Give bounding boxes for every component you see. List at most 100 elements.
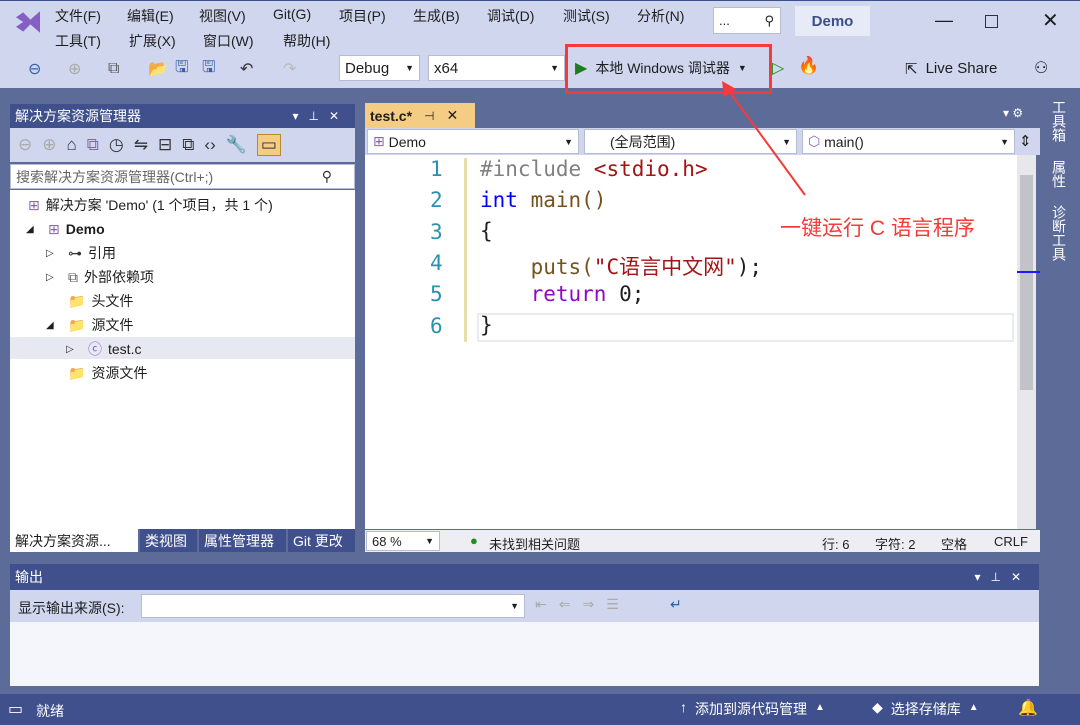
search-icon: ⚲	[321, 168, 332, 184]
tree-item[interactable]: ▷ ⓒ test.c	[66, 338, 141, 360]
expander-icon[interactable]: ▷	[46, 272, 62, 283]
maximize-button[interactable]	[985, 15, 998, 28]
search-box[interactable]: ... ⚲	[713, 7, 781, 34]
notification-icon[interactable]: 🔔	[1018, 698, 1038, 718]
node-icon: 📁	[68, 364, 86, 381]
code-token: {	[480, 219, 493, 243]
tree-item[interactable]: ▷ ⧉ 外部依赖项	[46, 266, 154, 288]
git-icon: ◆	[872, 699, 883, 715]
menu-item[interactable]: Git(G)	[273, 6, 311, 22]
share-icon: ⇱	[905, 61, 918, 78]
back-icon[interactable]: ⊖	[28, 58, 41, 80]
issues-status[interactable]: 未找到相关问题	[489, 534, 580, 553]
panel-tab[interactable]: Git 更改	[288, 529, 355, 552]
menu-item[interactable]: 测试(S)	[563, 6, 610, 26]
output-tools-icons[interactable]: ⇤⇐⇒☰	[535, 596, 631, 613]
panel-tab[interactable]: 解决方案资源...	[10, 529, 138, 552]
tree-item[interactable]: 📁 头文件	[46, 290, 133, 312]
save-all-icon[interactable]: 🖫	[202, 58, 216, 80]
config-select[interactable]: Debug ▼	[339, 55, 420, 81]
menu-item[interactable]: 窗口(W)	[203, 31, 254, 51]
close-button[interactable]: ✕	[1042, 8, 1059, 33]
panel-tab[interactable]: 类视图	[140, 529, 197, 552]
close-tab-icon[interactable]: ✕	[446, 107, 458, 124]
tree-item[interactable]: ⊞ 解决方案 'Demo' (1 个项目，共 1 个)	[6, 194, 273, 216]
zoom-select[interactable]: 68 % ▼	[366, 531, 440, 551]
undo-icon[interactable]: ↶	[240, 58, 253, 80]
current-line-highlight	[477, 313, 1014, 342]
save-icon[interactable]: 🖫	[175, 58, 189, 80]
output-source-select[interactable]: ▼	[141, 594, 525, 618]
menu-item[interactable]: 工具(T)	[55, 31, 101, 51]
forward-icon[interactable]: ⊕	[68, 58, 81, 80]
forward-icon[interactable]: ⊕	[42, 135, 56, 155]
sync-icon[interactable]: ⇋	[134, 135, 148, 155]
pin-icon[interactable]: ⊣	[424, 109, 434, 123]
output-icon: ▭	[8, 701, 24, 718]
code-token: main()	[517, 188, 607, 212]
code-token: 0;	[606, 282, 645, 306]
tree-item[interactable]: ◢ 📁 源文件	[46, 314, 133, 336]
side-tab[interactable]: 工具箱	[1045, 100, 1069, 142]
check-icon: ●	[470, 533, 478, 548]
live-share-button[interactable]: ⇱ Live Share	[905, 60, 997, 78]
selected-row	[10, 337, 355, 359]
menu-item[interactable]: 调试(D)	[487, 6, 534, 26]
menu-item[interactable]: 文件(F)	[55, 6, 101, 26]
minimize-button[interactable]: —	[935, 10, 953, 31]
node-icon: ⊶	[68, 244, 82, 261]
redo-icon[interactable]: ↷	[283, 58, 296, 80]
menu-item[interactable]: 扩展(X)	[129, 31, 176, 51]
project-select[interactable]: ⊞ Demo ▼	[367, 129, 579, 154]
side-tab[interactable]: 属性	[1045, 160, 1069, 188]
panel-controls[interactable]: ▾⊥✕	[974, 570, 1031, 584]
function-select[interactable]: ⬡ main() ▼	[802, 129, 1015, 154]
menu-item[interactable]: 视图(V)	[199, 6, 246, 26]
tab-dropdown-icon[interactable]: ▾ ⚙	[1003, 106, 1023, 120]
feedback-icon[interactable]: ⚇	[1034, 58, 1048, 78]
menu-item[interactable]: 分析(N)	[637, 6, 684, 26]
properties-icon[interactable]: 🔧	[226, 135, 247, 155]
home-icon[interactable]: ⌂	[67, 135, 77, 155]
panel-controls[interactable]: ▾⊥✕	[292, 109, 349, 123]
tree-item[interactable]: ◢ ⊞ Demo	[26, 218, 105, 240]
word-wrap-icon[interactable]: ↵	[670, 596, 682, 613]
new-project-icon[interactable]: ⧉	[108, 58, 119, 80]
spacing-status[interactable]: 空格	[941, 534, 967, 553]
line-number: 1	[430, 157, 443, 181]
split-icon[interactable]: ⇕	[1019, 132, 1032, 150]
menu-item[interactable]: 编辑(E)	[127, 6, 174, 26]
copy-icon[interactable]: ⧉	[182, 135, 194, 155]
select-repo-button[interactable]: ◆ 选择存储库 ▲	[872, 699, 979, 719]
line-number: 4	[430, 250, 443, 275]
expander-icon[interactable]: ▷	[66, 344, 82, 355]
panel-tab[interactable]: 属性管理器	[199, 529, 286, 552]
collapse-icon[interactable]: ⊟	[158, 135, 172, 155]
tab-test-c[interactable]: test.c* ⊣ ✕	[365, 103, 475, 128]
platform-select[interactable]: x64 ▼	[428, 55, 565, 81]
switch-view-icon[interactable]: ⧉	[87, 135, 99, 155]
expander-icon[interactable]: ▷	[46, 248, 62, 259]
code-icon[interactable]: ‹›	[204, 135, 215, 155]
tree-item[interactable]: ▷ ⊶ 引用	[46, 242, 116, 264]
vertical-scrollbar[interactable]	[1017, 155, 1040, 529]
output-toolbar: 显示输出来源(S): ▼ ⇤⇐⇒☰ ↵	[10, 590, 1039, 622]
history-icon[interactable]: ◷	[109, 135, 124, 155]
expander-icon[interactable]: ◢	[26, 224, 42, 235]
side-tab[interactable]: 诊断工具	[1045, 205, 1069, 261]
expander-icon[interactable]: ◢	[46, 320, 62, 331]
code-token: puts(	[480, 255, 594, 279]
eol-status[interactable]: CRLF	[994, 534, 1028, 549]
preview-icon[interactable]: ▭	[256, 134, 281, 156]
open-folder-icon[interactable]: 📂	[148, 58, 168, 80]
hot-reload-icon[interactable]: 🔥	[798, 56, 819, 76]
add-source-control-button[interactable]: ↑ 添加到源代码管理 ▲	[680, 699, 825, 719]
menu-item[interactable]: 帮助(H)	[283, 31, 330, 51]
back-icon[interactable]: ⊖	[18, 135, 32, 155]
solution-search-input[interactable]: 搜索解决方案资源管理器(Ctrl+;) ⚲	[10, 164, 355, 189]
col-status: 字符: 2	[875, 537, 916, 552]
output-header: 输出 ▾⊥✕	[10, 564, 1039, 590]
menu-item[interactable]: 生成(B)	[413, 6, 460, 26]
tree-item[interactable]: 📁 资源文件	[46, 362, 147, 384]
menu-item[interactable]: 项目(P)	[339, 6, 386, 26]
